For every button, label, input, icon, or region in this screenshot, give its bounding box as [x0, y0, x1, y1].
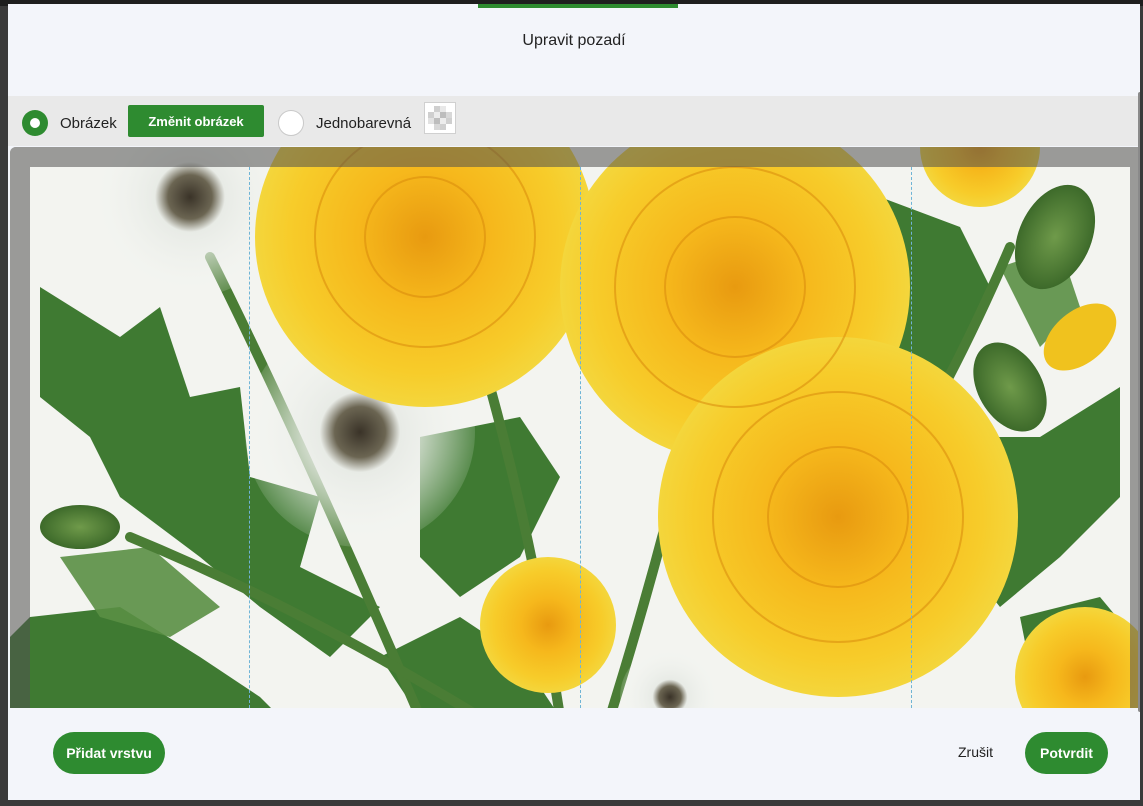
image-option-radio[interactable]	[22, 110, 48, 136]
dialog-scrollbar[interactable]	[1138, 92, 1140, 712]
solid-color-option-radio[interactable]	[278, 110, 304, 136]
background-type-toolbar: Obrázek Změnit obrázek Jednobarevná	[8, 96, 1140, 146]
background-editor-canvas[interactable]	[10, 147, 1139, 708]
change-image-button[interactable]: Změnit obrázek	[128, 105, 264, 137]
cancel-button[interactable]: Zrušit	[958, 744, 993, 760]
edit-background-dialog: Upravit pozadí Obrázek Změnit obrázek Je…	[8, 4, 1140, 800]
add-layer-button[interactable]: Přidat vrstvu	[53, 732, 165, 774]
color-swatch-picker[interactable]	[424, 102, 456, 134]
dialog-title: Upravit pozadí	[522, 32, 626, 49]
dialog-accent-bar	[478, 4, 678, 8]
solid-color-option-label[interactable]: Jednobarevná	[316, 115, 411, 132]
dandelion-background-image	[10, 147, 1139, 708]
confirm-button[interactable]: Potvrdit	[1025, 732, 1108, 774]
dialog-footer: Přidat vrstvu Zrušit Potvrdit	[8, 708, 1140, 800]
image-option-label[interactable]: Obrázek	[60, 115, 117, 132]
transparent-checker-icon	[428, 106, 452, 130]
